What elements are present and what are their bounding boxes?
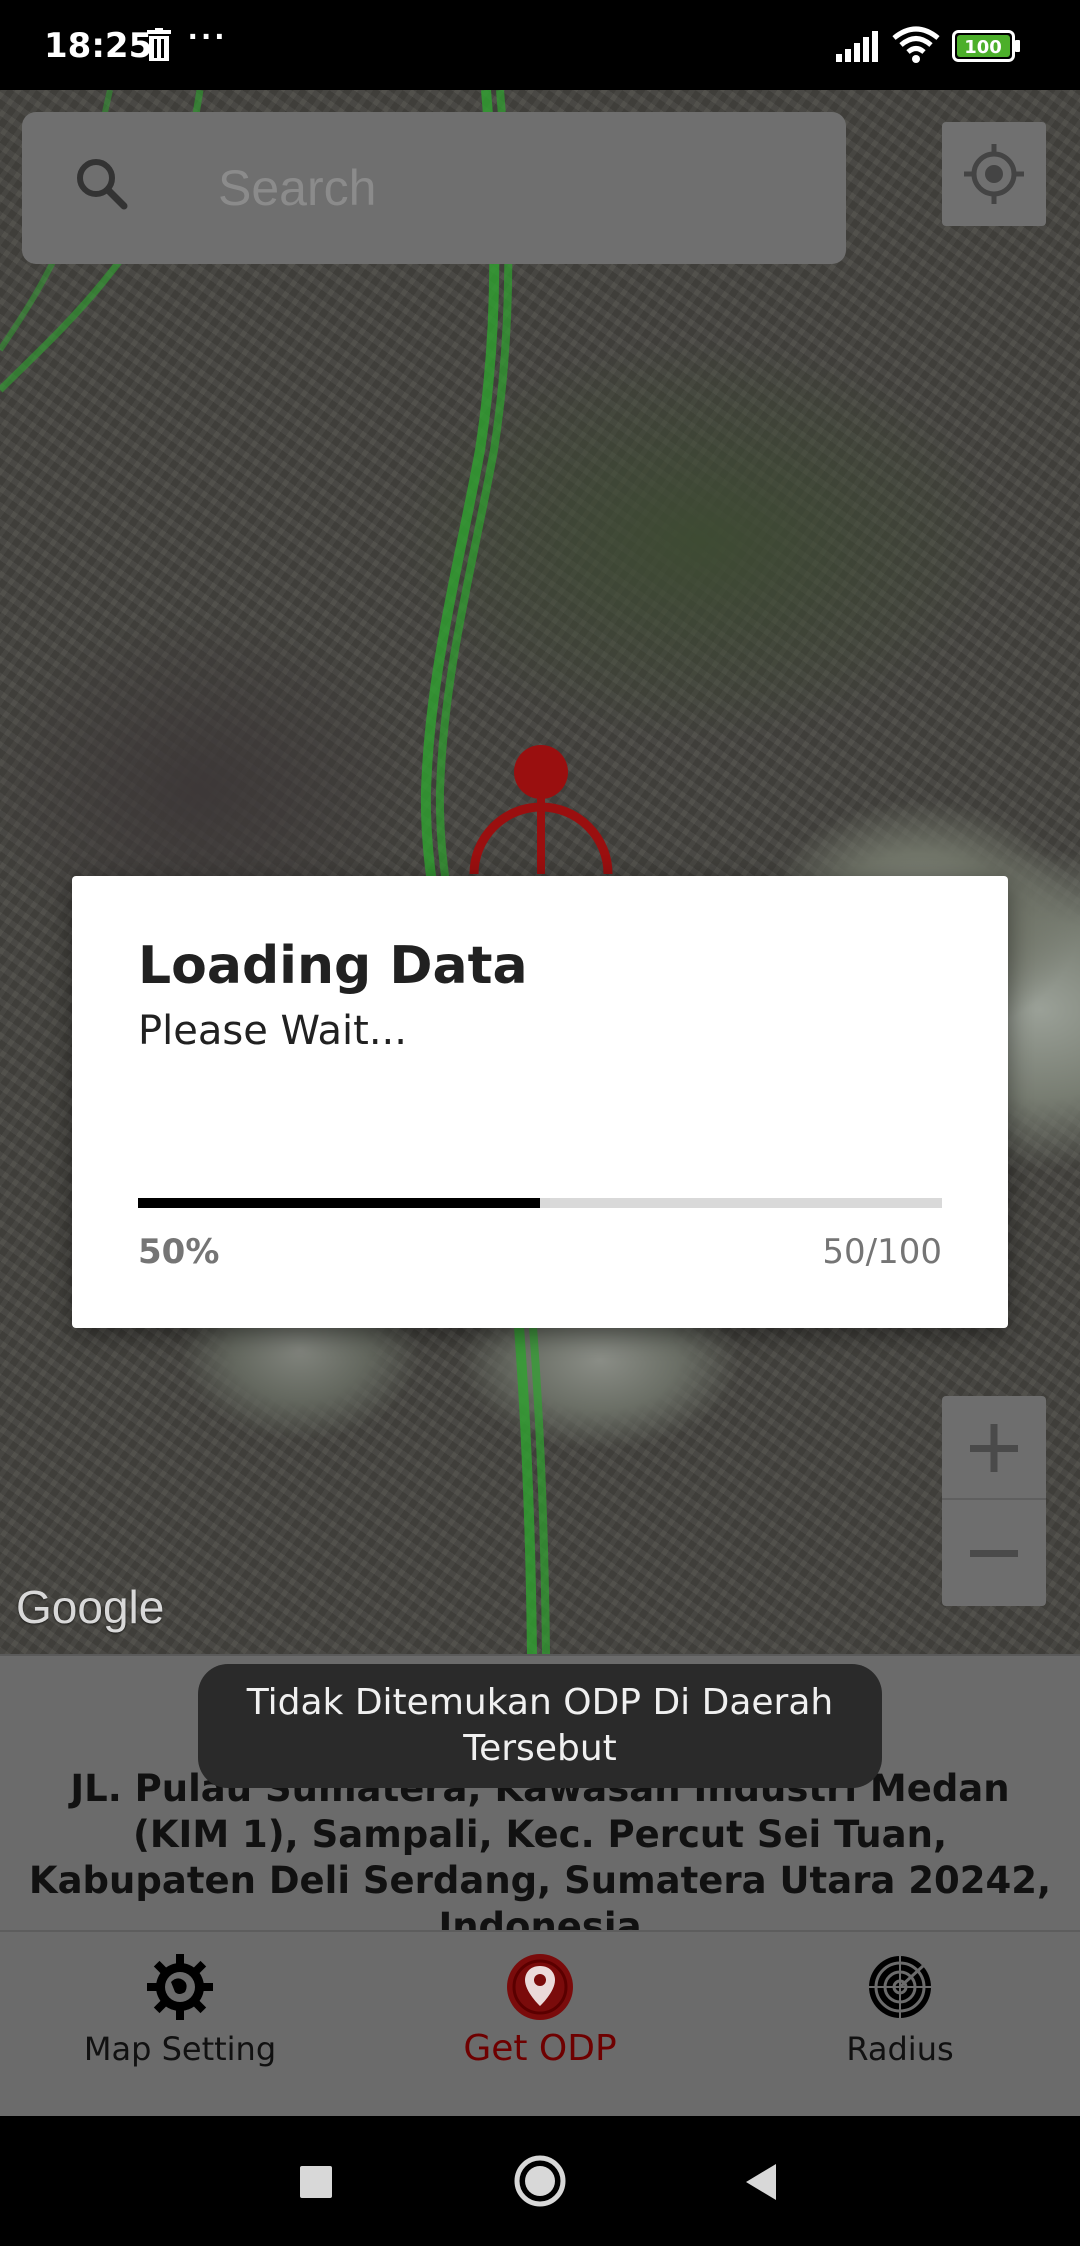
- nav-item-map-setting[interactable]: Map Setting: [0, 1932, 360, 2118]
- battery-icon: 100: [952, 30, 1022, 62]
- nav-label-radius: Radius: [846, 2030, 954, 2068]
- bottom-navigation: Map Setting Get ODP Radius: [0, 1930, 1080, 2116]
- nav-item-radius[interactable]: Radius: [720, 1932, 1080, 2118]
- trash-icon: [147, 28, 171, 61]
- toast-message: Tidak Ditemukan ODP Di Daerah Tersebut: [198, 1664, 882, 1788]
- minus-icon: [970, 1550, 1018, 1557]
- radar-icon: [869, 1956, 931, 2018]
- dialog-message: Please Wait...: [138, 1008, 407, 1054]
- wifi-icon: [892, 26, 940, 63]
- signal-icon: [836, 31, 878, 62]
- toast-text: Tidak Ditemukan ODP Di Daerah Tersebut: [246, 1682, 834, 1769]
- progress-bar: [138, 1198, 942, 1208]
- dialog-title: Loading Data: [138, 936, 528, 996]
- progress-count: 50/100: [822, 1232, 942, 1272]
- zoom-in-button[interactable]: [942, 1396, 1046, 1500]
- zoom-out-button[interactable]: [942, 1502, 1046, 1606]
- battery-level: 100: [964, 37, 1002, 58]
- nav-item-get-odp[interactable]: Get ODP: [360, 1932, 720, 2118]
- system-navigation-bar: [0, 2116, 1080, 2246]
- search-box[interactable]: [22, 112, 846, 264]
- crosshair-icon: [964, 144, 1024, 204]
- my-location-button[interactable]: [942, 122, 1046, 226]
- address-text: JL. Pulau Sumatera, Kawasan Industri Med…: [28, 1767, 1052, 1948]
- progress-fill: [138, 1198, 540, 1208]
- status-time: 18:25: [44, 26, 153, 66]
- plus-icon: [970, 1424, 1018, 1472]
- map-view[interactable]: Google: [0, 90, 1080, 1654]
- more-notifications-indicator: ···: [188, 18, 228, 56]
- search-icon: [77, 159, 128, 210]
- progress-percent: 50%: [138, 1232, 220, 1272]
- location-pin-icon: [507, 1954, 573, 2020]
- location-marker[interactable]: [466, 744, 616, 884]
- back-button[interactable]: [742, 2162, 782, 2202]
- loading-dialog: Loading Data Please Wait... 50% 50/100: [72, 876, 1008, 1328]
- status-bar: 18:25 ··· 100: [0, 0, 1080, 90]
- recents-button[interactable]: [298, 2164, 334, 2200]
- home-button[interactable]: [513, 2154, 567, 2208]
- gear-globe-icon: [147, 1954, 213, 2020]
- zoom-control: [942, 1396, 1046, 1606]
- google-attribution: Google: [16, 1581, 165, 1633]
- nav-label-get-odp: Get ODP: [463, 2028, 617, 2069]
- search-input[interactable]: [218, 150, 778, 226]
- nav-label-map-setting: Map Setting: [83, 2030, 277, 2068]
